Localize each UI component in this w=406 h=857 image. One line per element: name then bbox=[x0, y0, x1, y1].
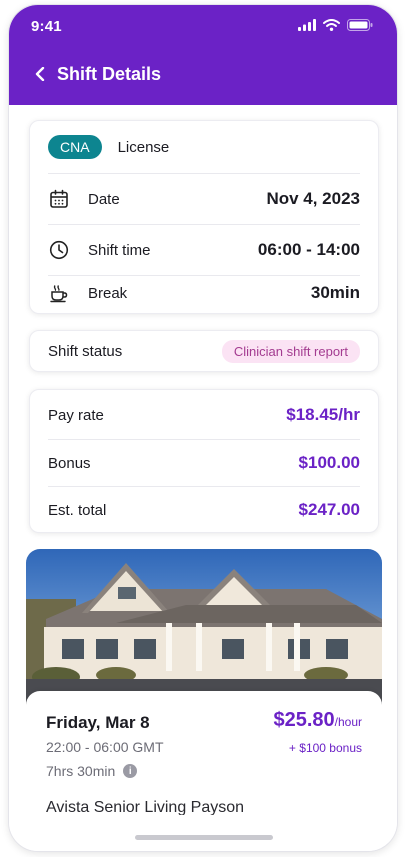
bonus-row: Bonus $100.00 bbox=[48, 440, 360, 486]
job-rate: $25.80/hour bbox=[273, 709, 362, 732]
page-title: Shift Details bbox=[57, 64, 162, 84]
scroll-content[interactable]: CNA License Date Nov 4, 2023 Shift time … bbox=[9, 105, 397, 815]
facility-name: Avista Senior Living Payson bbox=[46, 799, 245, 815]
est-total-label: Est. total bbox=[48, 501, 107, 519]
date-label: Date bbox=[88, 190, 120, 208]
job-card[interactable]: Friday, Mar 8 22:00 - 06:00 GMT 7hrs 30m… bbox=[26, 549, 382, 815]
app-header: 9:41 Shift Details bbox=[9, 5, 397, 105]
calendar-icon bbox=[48, 188, 70, 210]
shift-time-label: Shift time bbox=[88, 241, 151, 259]
job-time: 22:00 - 06:00 GMT bbox=[46, 739, 164, 755]
wifi-icon bbox=[323, 19, 340, 31]
job-duration-text: 7hrs 30min bbox=[46, 763, 116, 779]
status-icons bbox=[298, 19, 373, 31]
role-row: CNA License bbox=[48, 135, 169, 159]
chevron-left-icon bbox=[35, 67, 45, 81]
role-badge: CNA bbox=[48, 135, 102, 159]
shift-status-card: Shift status Clinician shift report bbox=[29, 330, 379, 372]
shift-info-card: CNA License Date Nov 4, 2023 Shift time … bbox=[29, 120, 379, 314]
bonus-value: $100.00 bbox=[298, 453, 360, 472]
job-details: Friday, Mar 8 22:00 - 06:00 GMT 7hrs 30m… bbox=[26, 691, 382, 815]
status-badge: Clinician shift report bbox=[221, 339, 360, 363]
date-row: Date Nov 4, 2023 bbox=[48, 174, 360, 224]
phone-screen: 9:41 Shift Details CNA License Date Nov … bbox=[8, 4, 398, 852]
status-bar: 9:41 bbox=[9, 5, 397, 45]
home-indicator[interactable] bbox=[135, 835, 273, 840]
est-total-row: Est. total $247.00 bbox=[48, 487, 360, 533]
battery-icon bbox=[347, 19, 373, 31]
job-rate-amount: $25.80 bbox=[273, 709, 335, 731]
bonus-label: Bonus bbox=[48, 454, 91, 472]
shift-time-row: Shift time 06:00 - 14:00 bbox=[48, 225, 360, 275]
coffee-cup-icon bbox=[48, 282, 70, 304]
job-bonus: + $100 bonus bbox=[288, 741, 362, 755]
pay-card: Pay rate $18.45/hr Bonus $100.00 Est. to… bbox=[29, 389, 379, 533]
break-label: Break bbox=[88, 284, 128, 302]
bottom-bar bbox=[9, 815, 397, 851]
license-label: License bbox=[117, 138, 170, 156]
job-day: Friday, Mar 8 bbox=[46, 713, 150, 732]
est-total-value: $247.00 bbox=[298, 500, 360, 519]
info-icon[interactable]: i bbox=[123, 764, 138, 778]
break-row: Break 30min bbox=[48, 271, 360, 315]
pay-rate-row: Pay rate $18.45/hr bbox=[48, 392, 360, 438]
signal-icon bbox=[298, 19, 316, 31]
status-time: 9:41 bbox=[31, 18, 62, 35]
back-button[interactable] bbox=[29, 63, 51, 85]
clock-icon bbox=[48, 239, 70, 261]
shift-status-label: Shift status bbox=[48, 342, 123, 360]
break-value: 30min bbox=[310, 283, 360, 302]
facility-photo bbox=[26, 549, 382, 709]
date-value: Nov 4, 2023 bbox=[266, 189, 360, 208]
job-duration: 7hrs 30min i bbox=[46, 763, 138, 779]
pay-rate-value: $18.45/hr bbox=[286, 405, 360, 424]
job-rate-unit: /hour bbox=[334, 715, 362, 729]
pay-rate-label: Pay rate bbox=[48, 406, 104, 424]
shift-time-value: 06:00 - 14:00 bbox=[257, 240, 360, 259]
nav-bar: Shift Details bbox=[9, 57, 397, 93]
